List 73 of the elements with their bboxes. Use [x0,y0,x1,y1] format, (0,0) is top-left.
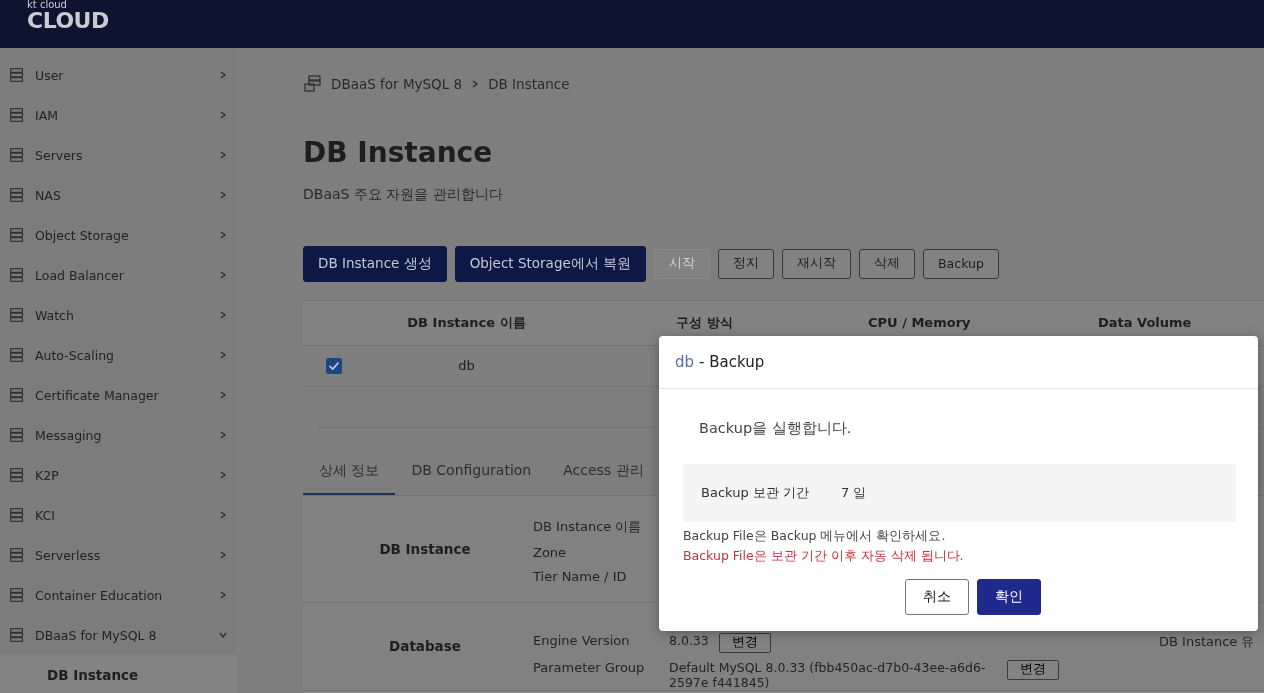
stack-icon [8,386,26,404]
column-header: Data Volume [1097,315,1193,331]
stack-icon [8,426,26,444]
change-button[interactable]: 변경 [1007,659,1059,680]
sidebar-item[interactable]: NAS [0,175,238,215]
sidebar-item[interactable]: IAM [0,95,238,135]
sidebar-item[interactable]: User [0,55,238,95]
logo-caption: kt cloud [27,0,68,10]
field-label: DB Instance 이름 [533,517,643,536]
sidebar-item[interactable]: Messaging [0,415,238,455]
info-value: 7 일 [841,484,867,502]
sidebar-item[interactable]: K2P [0,455,238,495]
tab[interactable]: 상세 정보 [303,451,396,495]
stack-icon [8,306,26,324]
sidebar-item[interactable]: Load Balancer [0,255,238,295]
section-title: Database [388,638,462,655]
stack-icon [8,466,26,484]
tab[interactable]: Access 관리 [547,451,660,495]
field-label: Engine Version [533,632,631,648]
section-title: DB Instance [378,540,472,557]
sidebar-item[interactable]: DBaaS for MySQL 8 [0,615,238,655]
info-label: Backup 보관 기간 [701,484,810,502]
cancel-button[interactable]: 취소 [904,579,969,615]
field-value: 8.0.33 [669,632,709,648]
sidebar-item[interactable]: KCI [0,495,238,535]
column-header: CPU / Memory [867,315,972,331]
logo: CLOUD [27,10,109,32]
change-button[interactable]: 변경 [718,632,771,653]
sidebar-item[interactable]: Servers [0,135,238,175]
sidebar-subitem[interactable]: DB Instance [0,655,238,693]
checkbox[interactable] [325,356,343,375]
sidebar-item[interactable]: Serverless [0,535,238,575]
toolbar-button[interactable]: 재시작 [782,248,852,279]
stack-icon [8,146,26,164]
dialog-title: db - Backup [675,353,765,371]
field-label: Tier Name / ID [533,568,628,584]
stack-icon [8,346,26,364]
page-subtitle: DBaaS 주요 자원을 관리합니다 [303,185,504,204]
sidebar-item[interactable]: Watch [0,295,238,335]
field-value: Default MySQL 8.0.33 (fbb450ac-d7b0-43ee-a6d6-2597e f441845) [669,659,987,690]
toolbar-button[interactable]: Backup [923,248,999,279]
field-label: Parameter Group [533,659,646,675]
database-icon [303,74,323,94]
breadcrumb-link[interactable]: DB Instance [488,76,570,92]
column-header: DB Instance 이름 [406,313,527,332]
stack-icon [8,66,26,84]
toolbar-button[interactable]: 정지 [718,248,775,279]
field-label: DB Instance 유 [1158,632,1256,651]
stack-icon [8,186,26,204]
dialog-message: Backup을 실행합니다. [698,419,853,438]
sidebar-item[interactable]: Auto-Scaling [0,335,238,375]
toolbar-button[interactable]: 삭제 [859,248,916,279]
confirm-button[interactable]: 확인 [976,579,1041,615]
stack-icon [8,106,26,124]
stack-icon [8,626,26,644]
sidebar-item[interactable]: Certificate Manager [0,375,238,415]
stack-icon [8,226,26,244]
note-text: Backup File은 Backup 메뉴에서 확인하세요. [683,527,947,545]
toolbar-button[interactable]: DB Instance 생성 [303,245,447,282]
breadcrumb-link[interactable]: DBaaS for MySQL 8 [331,76,463,92]
field-label: Zone [533,544,568,560]
sidebar-item[interactable]: Object Storage [0,215,238,255]
stack-icon [8,506,26,524]
column-header: 구성 방식 [675,313,734,332]
stack-icon [8,546,26,564]
warning-text: Backup File은 보관 기간 이후 자동 삭제 됩니다. [683,547,965,565]
stack-icon [8,266,26,284]
table-cell-text: db [457,358,476,374]
tab[interactable]: DB Configuration [395,451,548,495]
toolbar-button[interactable]: Object Storage에서 복원 [454,245,647,282]
page-title: DB Instance [303,136,494,170]
sidebar-item[interactable]: Container Education [0,575,238,615]
stack-icon [8,586,26,604]
